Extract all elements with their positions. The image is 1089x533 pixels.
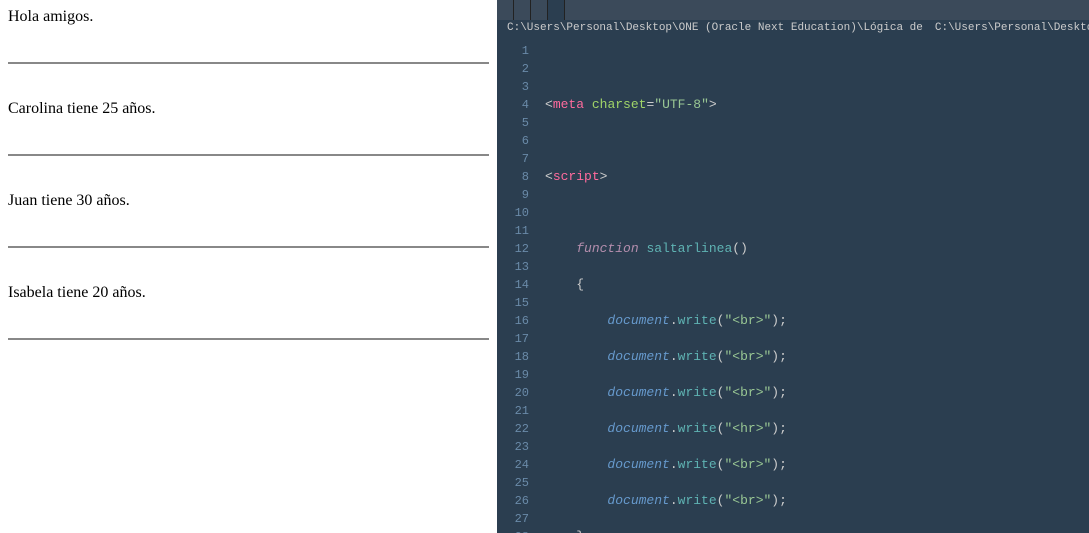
- divider: [8, 338, 489, 340]
- line-gutter: 1234567891011121314151617181920212223242…: [497, 38, 537, 533]
- output-line: Juan tiene 30 años.: [8, 192, 489, 210]
- spacer: [8, 248, 489, 266]
- editor-tabs: [497, 0, 1089, 20]
- breadcrumb-path: C:\Users\Personal\Desktop\ONE (Oracle Ne…: [507, 22, 923, 36]
- breadcrumb: C:\Users\Personal\Desktop\ONE (Oracle Ne…: [497, 20, 1089, 38]
- editor-tab[interactable]: [531, 0, 548, 20]
- spacer: [8, 266, 489, 284]
- spacer: [8, 82, 489, 100]
- code-editor: C:\Users\Personal\Desktop\ONE (Oracle Ne…: [497, 0, 1089, 533]
- spacer: [8, 118, 489, 136]
- spacer: [8, 136, 489, 154]
- spacer: [8, 26, 489, 44]
- spacer: [8, 156, 489, 174]
- spacer: [8, 302, 489, 320]
- spacer: [8, 228, 489, 246]
- browser-output: Hola amigos. Carolina tiene 25 años. Jua…: [0, 0, 497, 533]
- output-line: Carolina tiene 25 años.: [8, 100, 489, 118]
- spacer: [8, 210, 489, 228]
- code-text[interactable]: <meta charset="UTF-8"> <script> function…: [537, 38, 1089, 533]
- editor-tab[interactable]: [514, 0, 531, 20]
- spacer: [8, 174, 489, 192]
- editor-body: 1234567891011121314151617181920212223242…: [497, 38, 1089, 533]
- spacer: [8, 44, 489, 62]
- spacer: [8, 320, 489, 338]
- output-line: Hola amigos.: [8, 8, 489, 26]
- output-line: Isabela tiene 20 años.: [8, 284, 489, 302]
- spacer: [8, 64, 489, 82]
- editor-tab-active[interactable]: [548, 0, 565, 20]
- breadcrumb-path: C:\Users\Personal\Desktop\ONE (O: [935, 22, 1089, 36]
- editor-tab[interactable]: [497, 0, 514, 20]
